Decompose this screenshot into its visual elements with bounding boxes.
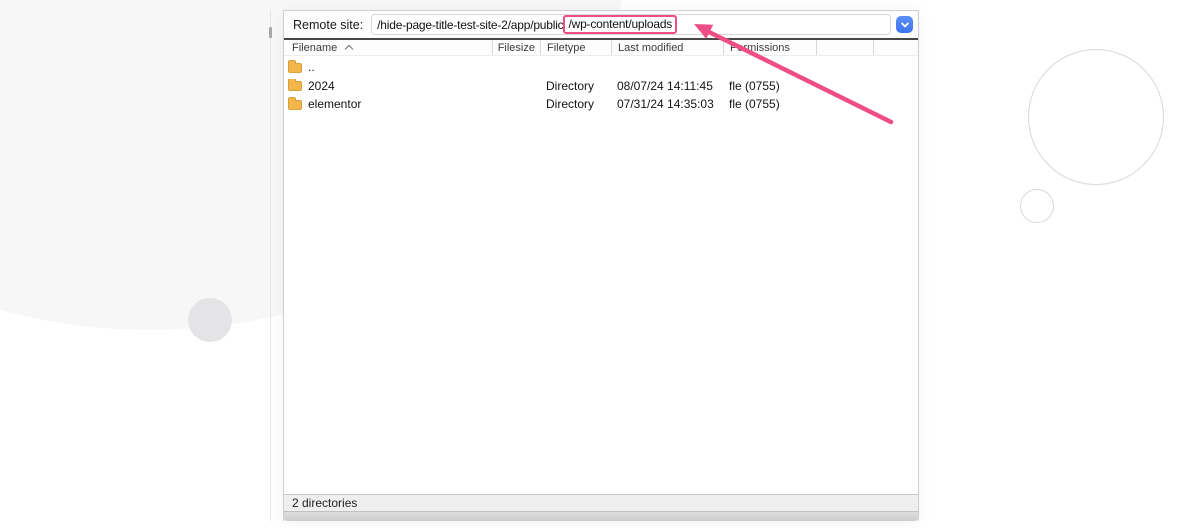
window-bottom-edge bbox=[284, 511, 918, 521]
column-header-filename-label: Filename bbox=[292, 41, 338, 54]
decorative-circle-large bbox=[1028, 49, 1164, 185]
decorative-dot bbox=[188, 298, 232, 342]
remote-path-field[interactable]: /hide-page-title-test-site-2/app/public /… bbox=[371, 14, 891, 35]
table-row-parent-dir[interactable]: .. bbox=[284, 58, 918, 77]
filename-text: elementor bbox=[308, 97, 362, 112]
status-bar: 2 directories bbox=[284, 494, 918, 511]
folder-icon bbox=[288, 97, 302, 110]
remote-site-label: Remote site: bbox=[293, 17, 364, 32]
page-background: Remote site: /hide-page-title-test-site-… bbox=[0, 0, 1200, 528]
column-header-permissions[interactable]: Permissions bbox=[723, 40, 816, 55]
annotation-highlight-box: /wp-content/uploads bbox=[563, 15, 678, 34]
pane-splitter-handle[interactable] bbox=[269, 27, 272, 38]
last-modified-text: 07/31/24 14:35:03 bbox=[617, 97, 714, 112]
table-row-elementor[interactable]: elementor Directory 07/31/24 14:35:03 fl… bbox=[284, 95, 918, 114]
status-text: 2 directories bbox=[292, 496, 358, 510]
filetype-text: Directory bbox=[546, 97, 595, 112]
pane-splitter[interactable] bbox=[270, 10, 271, 521]
ftp-remote-panel: Remote site: /hide-page-title-test-site-… bbox=[283, 10, 919, 521]
filetype-text: Directory bbox=[546, 78, 595, 93]
column-header-last-modified[interactable]: Last modified bbox=[611, 40, 723, 55]
remote-site-toolbar: Remote site: /hide-page-title-test-site-… bbox=[284, 11, 918, 38]
sort-ascending-icon bbox=[345, 44, 354, 54]
table-row-2024[interactable]: 2024 Directory 08/07/24 14:11:45 fle (07… bbox=[284, 77, 918, 96]
column-header-filesize[interactable]: Filesize bbox=[492, 40, 540, 55]
column-header-empty bbox=[873, 40, 918, 55]
path-prefix-text: /hide-page-title-test-site-2/app/public bbox=[377, 17, 564, 32]
folder-icon bbox=[288, 78, 302, 92]
column-header-empty bbox=[816, 40, 873, 55]
path-dropdown-button[interactable] bbox=[896, 16, 913, 33]
filename-text: .. bbox=[308, 60, 315, 75]
filename-text: 2024 bbox=[308, 78, 335, 93]
column-header-filename[interactable]: Filename bbox=[284, 40, 492, 55]
permissions-text: fle (0755) bbox=[729, 97, 780, 112]
permissions-text: fle (0755) bbox=[729, 78, 780, 93]
chevron-down-icon bbox=[900, 18, 909, 28]
file-list: .. 2024 Directory 08/07/24 14:11:45 fle … bbox=[284, 56, 918, 494]
decorative-circle-small bbox=[1020, 189, 1054, 223]
column-header-filetype[interactable]: Filetype bbox=[540, 40, 611, 55]
last-modified-text: 08/07/24 14:11:45 bbox=[617, 78, 713, 93]
table-header: Filename Filesize Filetype Last modified… bbox=[284, 40, 918, 56]
folder-icon bbox=[288, 60, 302, 73]
